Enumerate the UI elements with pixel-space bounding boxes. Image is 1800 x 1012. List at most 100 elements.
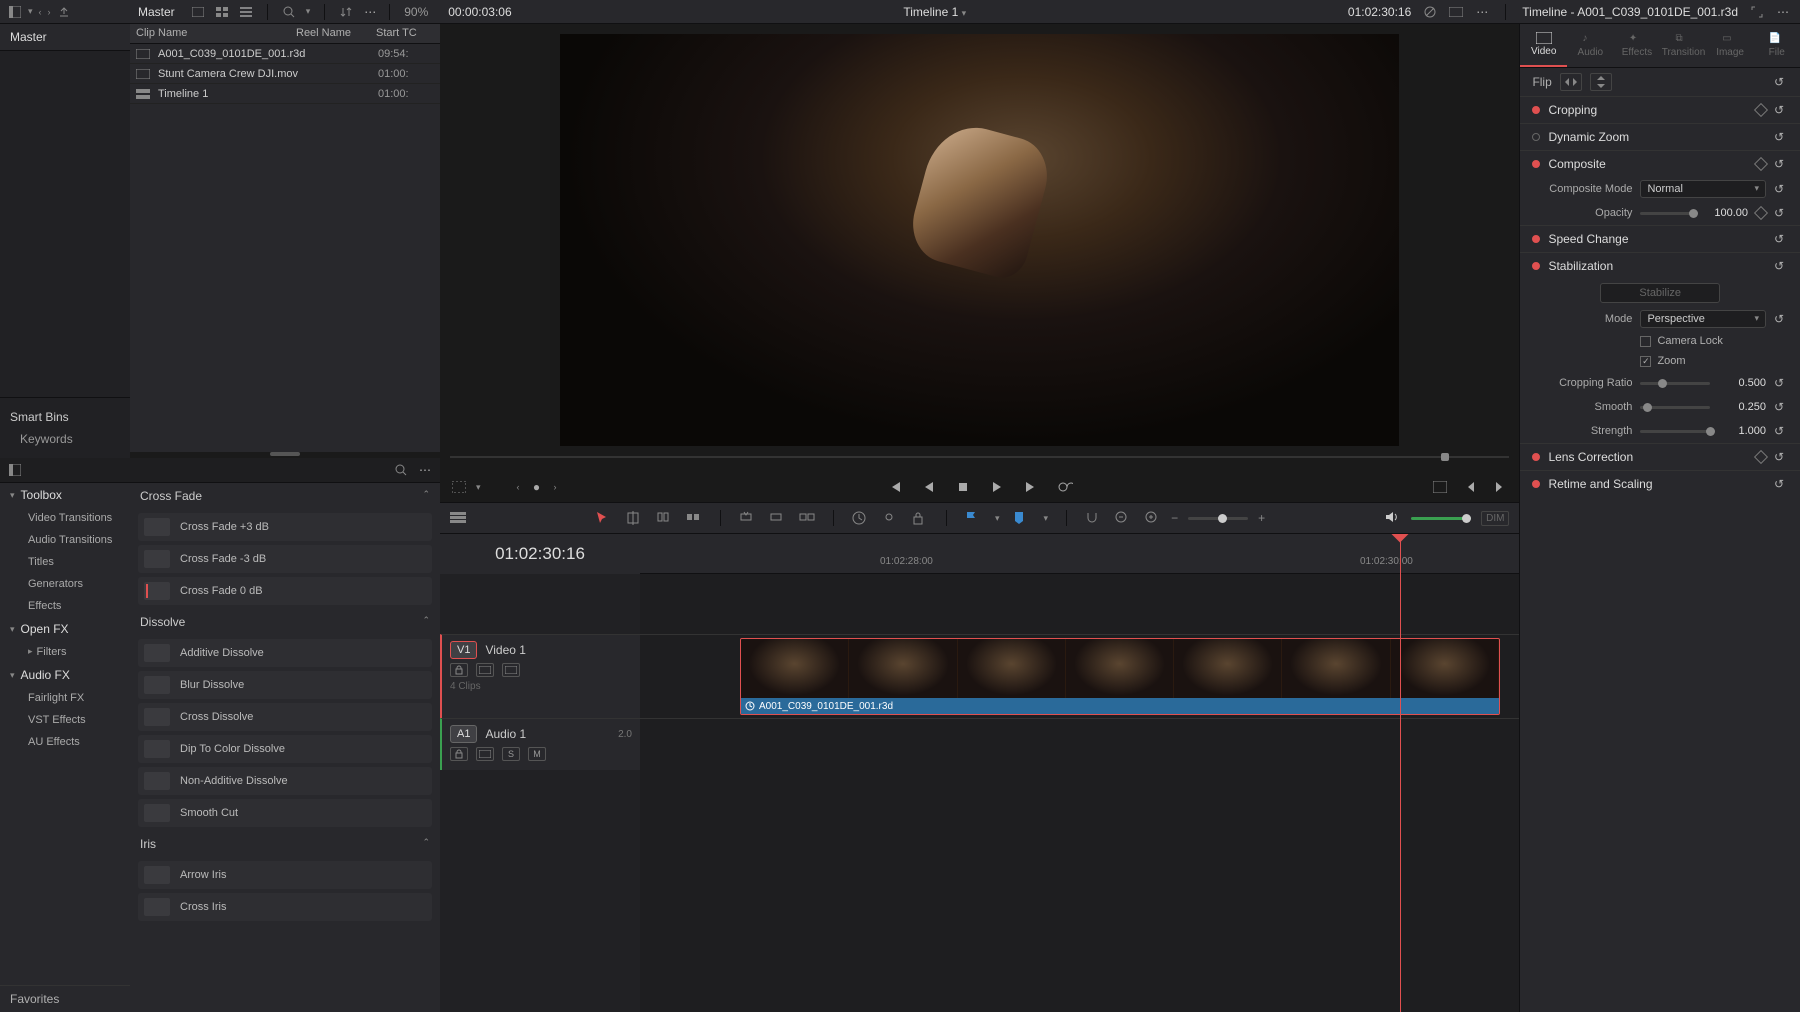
reset-icon[interactable]: ↺ bbox=[1774, 182, 1788, 196]
fx-item[interactable]: Cross Iris bbox=[138, 893, 432, 921]
opacity-slider[interactable] bbox=[1640, 212, 1692, 215]
section-cropping[interactable]: Cropping↺ bbox=[1520, 97, 1800, 123]
retime-icon[interactable] bbox=[852, 511, 868, 525]
zoom-checkbox[interactable]: ✓Zoom bbox=[1520, 351, 1800, 371]
mute-button[interactable]: M bbox=[528, 747, 546, 761]
group-crossfade[interactable]: Cross Fade⌃ bbox=[130, 483, 440, 509]
nav-vst[interactable]: VST Effects bbox=[0, 709, 130, 731]
more-icon[interactable]: ⋯ bbox=[363, 5, 377, 19]
next-viewer-icon[interactable]: › bbox=[554, 482, 557, 492]
fx-item[interactable]: Additive Dissolve bbox=[138, 639, 432, 667]
loop-icon[interactable] bbox=[1056, 480, 1074, 494]
match-frame-icon[interactable] bbox=[1431, 480, 1449, 494]
composite-mode-select[interactable]: Normal▾ bbox=[1640, 180, 1766, 198]
cropping-ratio-slider[interactable] bbox=[1640, 382, 1710, 385]
track-badge[interactable]: A1 bbox=[450, 725, 477, 743]
volume-slider[interactable] bbox=[1411, 517, 1471, 520]
flip-v-icon[interactable] bbox=[1590, 73, 1612, 91]
dropdown-icon[interactable]: ▾ bbox=[28, 6, 33, 17]
group-iris[interactable]: Iris⌃ bbox=[130, 831, 440, 857]
reset-icon[interactable]: ↺ bbox=[1774, 312, 1788, 326]
fx-item[interactable]: Arrow Iris bbox=[138, 861, 432, 889]
nav-titles[interactable]: Titles bbox=[0, 551, 130, 573]
in-icon[interactable] bbox=[1461, 480, 1479, 494]
zoom-in-icon[interactable] bbox=[1145, 511, 1161, 525]
section-stabilization[interactable]: Stabilization↺ bbox=[1520, 253, 1800, 279]
overlay-icon[interactable] bbox=[450, 480, 468, 494]
fit-icon[interactable] bbox=[799, 511, 815, 525]
fx-item[interactable]: Cross Fade +3 dB bbox=[138, 513, 432, 541]
reset-icon[interactable]: ↺ bbox=[1774, 103, 1788, 117]
more-icon[interactable]: ⋯ bbox=[1776, 5, 1790, 19]
search-icon[interactable] bbox=[394, 463, 408, 477]
stop-icon[interactable] bbox=[954, 480, 972, 494]
flag-icon[interactable] bbox=[965, 511, 981, 525]
lock-icon[interactable] bbox=[912, 511, 928, 525]
nav-fairlight[interactable]: Fairlight FX bbox=[0, 687, 130, 709]
search-icon[interactable] bbox=[282, 5, 296, 19]
nav-effects[interactable]: Effects bbox=[0, 595, 130, 617]
keyframe-icon[interactable] bbox=[1754, 206, 1768, 220]
smartbin-keywords[interactable]: Keywords bbox=[0, 428, 130, 450]
tab-file[interactable]: 📄File bbox=[1753, 24, 1800, 67]
tab-effects[interactable]: ✦Effects bbox=[1614, 24, 1661, 67]
playhead[interactable] bbox=[1400, 534, 1401, 1012]
first-frame-icon[interactable] bbox=[886, 480, 904, 494]
viewer-zoom[interactable]: 90% bbox=[394, 5, 438, 19]
fx-item[interactable]: Dip To Color Dissolve bbox=[138, 735, 432, 763]
fx-item[interactable]: Cross Dissolve bbox=[138, 703, 432, 731]
nav-audiofx[interactable]: ▾Audio FX bbox=[0, 663, 130, 687]
tab-audio[interactable]: ♪Audio bbox=[1567, 24, 1614, 67]
reset-icon[interactable]: ↺ bbox=[1774, 259, 1788, 273]
last-frame-icon[interactable] bbox=[1022, 480, 1040, 494]
out-icon[interactable] bbox=[1491, 480, 1509, 494]
search-dropdown-icon[interactable]: ▾ bbox=[306, 6, 311, 17]
stab-mode-select[interactable]: Perspective▾ bbox=[1640, 310, 1766, 328]
link-icon[interactable] bbox=[882, 511, 898, 525]
section-dynamic-zoom[interactable]: Dynamic Zoom↺ bbox=[1520, 124, 1800, 150]
view-thumbnail-icon[interactable] bbox=[191, 5, 205, 19]
group-dissolve[interactable]: Dissolve⌃ bbox=[130, 609, 440, 635]
reset-icon[interactable]: ↺ bbox=[1774, 75, 1788, 89]
fx-item[interactable]: Blur Dissolve bbox=[138, 671, 432, 699]
import-icon[interactable] bbox=[57, 5, 71, 19]
trim-tool-icon[interactable] bbox=[656, 511, 672, 525]
video-clip[interactable]: A001_C039_0101DE_001.r3d bbox=[740, 638, 1500, 715]
fx-item[interactable]: Cross Fade -3 dB bbox=[138, 545, 432, 573]
lock-icon[interactable] bbox=[450, 663, 468, 677]
reset-icon[interactable]: ↺ bbox=[1774, 477, 1788, 491]
play-reverse-icon[interactable] bbox=[920, 480, 938, 494]
audio-track[interactable] bbox=[640, 718, 1519, 770]
keyframe-icon[interactable] bbox=[1754, 450, 1768, 464]
panel-toggle-icon[interactable] bbox=[8, 463, 22, 477]
media-row[interactable]: A001_C039_0101DE_001.r3d 09:54: bbox=[130, 44, 440, 64]
tab-video[interactable]: Video bbox=[1520, 24, 1567, 67]
jog-bar[interactable] bbox=[440, 456, 1519, 472]
zoom-slider[interactable] bbox=[1188, 517, 1248, 520]
nav-filters[interactable]: ▸Filters bbox=[0, 641, 130, 663]
smooth-value[interactable]: 0.250 bbox=[1718, 401, 1766, 413]
cropping-ratio-value[interactable]: 0.500 bbox=[1718, 377, 1766, 389]
tab-transition[interactable]: ⧉Transition bbox=[1660, 24, 1707, 67]
nav-openfx[interactable]: ▾Open FX bbox=[0, 617, 130, 641]
flag-dropdown[interactable]: ▾ bbox=[995, 513, 1000, 524]
nav-audio-transitions[interactable]: Audio Transitions bbox=[0, 529, 130, 551]
strength-value[interactable]: 1.000 bbox=[1718, 425, 1766, 437]
zoom-plus-icon[interactable]: + bbox=[1258, 511, 1265, 525]
single-viewer-icon[interactable] bbox=[1449, 5, 1463, 19]
section-retime[interactable]: Retime and Scaling↺ bbox=[1520, 471, 1800, 497]
zoom-out-icon[interactable] bbox=[1115, 511, 1131, 525]
play-icon[interactable] bbox=[988, 480, 1006, 494]
fx-item[interactable]: Non-Additive Dissolve bbox=[138, 767, 432, 795]
audio-track-header[interactable]: A1 Audio 1 2.0 S M bbox=[440, 718, 640, 770]
col-clipname[interactable]: Clip Name bbox=[130, 24, 290, 43]
auto-select-icon[interactable] bbox=[476, 663, 494, 677]
media-row[interactable]: Timeline 1 01:00: bbox=[130, 84, 440, 104]
tab-image[interactable]: ▭Image bbox=[1707, 24, 1754, 67]
flip-h-icon[interactable] bbox=[1560, 73, 1582, 91]
panel-toggle-icon[interactable] bbox=[8, 5, 22, 19]
reset-icon[interactable]: ↺ bbox=[1774, 450, 1788, 464]
sort-icon[interactable] bbox=[339, 5, 353, 19]
expand-icon[interactable] bbox=[1750, 5, 1764, 19]
video-track-header[interactable]: V1 Video 1 4 Clips bbox=[440, 634, 640, 718]
